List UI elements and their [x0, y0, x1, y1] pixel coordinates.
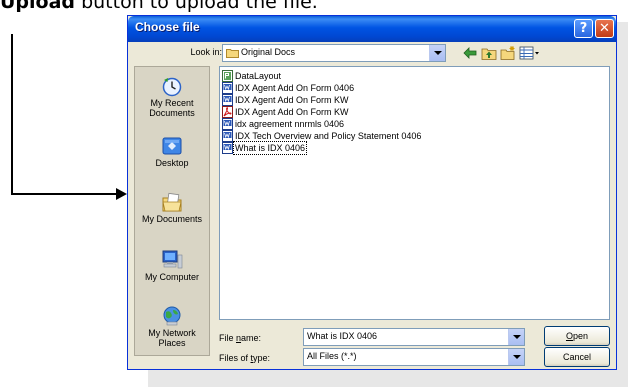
pdf-file-icon	[222, 106, 233, 118]
file-name-value: What is IDX 0406	[307, 331, 378, 341]
place-my-network-places[interactable]: My Network Places	[135, 303, 209, 359]
cancel-button[interactable]: Cancel	[544, 347, 610, 367]
place-label: My Documents	[141, 214, 203, 224]
choose-file-dialog: Choose file ? ✕ Look in: Original Docs M…	[127, 15, 617, 370]
help-button[interactable]: ?	[574, 19, 593, 38]
folder-icon	[226, 49, 239, 58]
word-file-icon	[222, 130, 233, 142]
place-label: My Computer	[144, 272, 199, 282]
word-file-icon	[222, 94, 233, 106]
arrow-vertical-line	[11, 34, 13, 195]
button-label: Cancel	[562, 352, 591, 362]
file-type-label: Files of type:	[219, 353, 270, 363]
open-button[interactable]: Open	[544, 326, 610, 346]
label-text: Files of	[219, 353, 251, 363]
place-desktop[interactable]: Desktop	[135, 133, 209, 189]
new-folder-icon[interactable]	[500, 45, 516, 61]
file-list: DataLayout IDX Agent Add On Form 0406 ID…	[219, 66, 610, 320]
title-bar[interactable]: Choose file ? ✕	[128, 16, 616, 42]
label-text: ype:	[253, 353, 271, 363]
place-my-computer[interactable]: My Computer	[135, 247, 209, 303]
look-in-label: Look in:	[190, 47, 222, 57]
look-in-value: Original Docs	[241, 47, 296, 57]
help-icon: ?	[579, 21, 588, 36]
button-label: pen	[572, 331, 589, 341]
word-file-icon	[222, 142, 233, 154]
place-label: Desktop	[155, 158, 189, 168]
arrow-head	[116, 188, 127, 200]
file-name: IDX Agent Add On Form 0406	[235, 83, 355, 93]
arrow-horizontal-line	[11, 193, 117, 195]
chevron-down-icon[interactable]	[508, 329, 524, 345]
file-name: IDX Agent Add On Form KW	[235, 107, 349, 117]
file-name: idx agreement nnrmls 0406	[235, 119, 345, 129]
my-computer-icon	[162, 250, 183, 269]
look-in-dropdown[interactable]: Original Docs	[222, 44, 446, 62]
file-name: What is IDX 0406	[232, 141, 308, 155]
word-file-icon	[222, 118, 233, 130]
close-button[interactable]: ✕	[595, 19, 614, 38]
label-text: File	[219, 333, 237, 343]
file-name: IDX Agent Add On Form KW	[235, 95, 349, 105]
accelerator-key: O	[565, 331, 573, 341]
label-text: ame:	[241, 333, 262, 343]
file-name: IDX Tech Overview and Policy Statement 0…	[235, 131, 422, 141]
word-file-icon	[222, 82, 233, 94]
file-name: DataLayout	[235, 71, 282, 81]
file-type-dropdown[interactable]: All Files (*.*)	[303, 348, 525, 366]
desktop-icon	[162, 137, 182, 155]
close-icon: ✕	[599, 21, 610, 36]
view-menu-icon[interactable]	[519, 45, 541, 61]
places-bar: My Recent Documents Desktop My Documents	[134, 66, 210, 356]
page-shadow	[148, 368, 614, 387]
instruction-caption: Upload button to upload the file.	[0, 0, 628, 15]
publisher-file-icon	[222, 70, 233, 82]
file-name-label: File name:	[219, 333, 261, 343]
network-places-icon	[163, 306, 181, 326]
file-name-field[interactable]: What is IDX 0406	[303, 328, 525, 346]
caption-bold-word: Upload	[0, 0, 76, 13]
place-my-documents[interactable]: My Documents	[135, 189, 209, 245]
place-label: My Recent Documents	[149, 98, 195, 118]
chevron-down-icon[interactable]	[429, 45, 445, 61]
dialog-title: Choose file	[135, 20, 200, 34]
recent-documents-icon	[162, 77, 182, 97]
caption-text: button to upload the file.	[75, 0, 318, 13]
chevron-down-icon[interactable]	[508, 349, 524, 365]
file-type-value: All Files (*.*)	[307, 351, 357, 361]
back-arrow-icon[interactable]	[462, 45, 478, 61]
my-documents-icon	[162, 192, 182, 212]
place-label: My Network Places	[148, 328, 196, 348]
place-my-recent-documents[interactable]: My Recent Documents	[135, 73, 209, 129]
up-folder-icon[interactable]	[481, 45, 497, 61]
